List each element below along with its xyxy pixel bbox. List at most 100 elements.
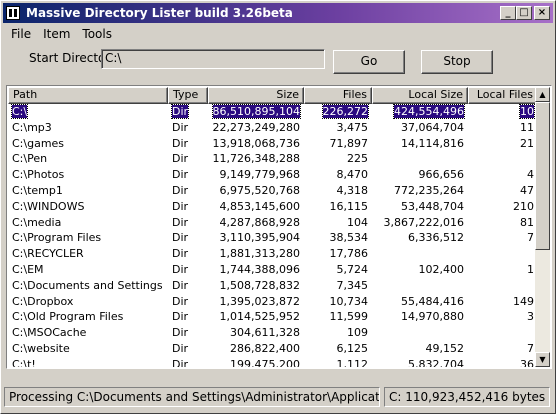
window-title: Massive Directory Lister build 3.26beta bbox=[26, 6, 293, 20]
cell-path-text: C:\Old Program Files bbox=[12, 310, 124, 324]
cell-path-text: C:\mp3 bbox=[12, 120, 52, 134]
close-button[interactable]: × bbox=[534, 6, 550, 20]
cell-local-size-text: 14,970,880 bbox=[401, 310, 464, 324]
cell-files: 226,272 bbox=[304, 104, 372, 120]
table-row[interactable]: C:\media Dir 4,287,868,928 104 3,867,222,016… bbox=[8, 215, 538, 231]
cell-files-text: 11,599 bbox=[329, 310, 369, 324]
column-header-type[interactable]: Type bbox=[168, 87, 208, 104]
start-directory-input[interactable]: C:\ bbox=[101, 49, 325, 69]
cell-size: 1,508,728,832 bbox=[208, 278, 304, 294]
vertical-scrollbar[interactable]: ▲ ▼ bbox=[535, 87, 550, 367]
directory-list[interactable]: Path Type Size Files Local Size Local Fi… bbox=[6, 85, 552, 369]
cell-local-files: 210 bbox=[468, 199, 538, 215]
cell-local-size-text: 102,400 bbox=[418, 262, 465, 276]
table-row[interactable]: C:\games Dir 13,918,068,736 71,897 14,114,81… bbox=[8, 136, 538, 152]
cell-path-text: C:\games bbox=[12, 136, 65, 150]
table-row[interactable]: C:\website Dir 286,822,400 6,125 49,152 7 bbox=[8, 341, 538, 357]
cell-type: Dir bbox=[168, 183, 208, 199]
title-bar[interactable]: Massive Directory Lister build 3.26beta … bbox=[3, 3, 553, 23]
cell-size-text: 1,881,313,280 bbox=[219, 247, 300, 261]
cell-size-text: 11,726,348,288 bbox=[212, 152, 300, 166]
cell-path: C:\MSOCache bbox=[8, 325, 168, 341]
minimize-button[interactable]: _ bbox=[500, 6, 516, 20]
menu-item[interactable]: Item bbox=[37, 25, 76, 43]
cell-type-text: Dir bbox=[172, 120, 189, 134]
cell-path: C:\Documents and Settings bbox=[8, 278, 168, 294]
cell-type: Dir bbox=[168, 104, 208, 120]
cell-type-text: Dir bbox=[172, 168, 189, 182]
cell-path-text: C:\MSOCache bbox=[12, 326, 87, 340]
table-row[interactable]: C:\t! Dir 199,475,200 1,112 5,832,704 36 bbox=[8, 357, 538, 367]
cell-size: 13,918,068,736 bbox=[208, 136, 304, 152]
column-header-path[interactable]: Path bbox=[8, 87, 168, 104]
cell-type: Dir bbox=[168, 120, 208, 136]
cell-path-text: C:\WINDOWS bbox=[12, 199, 85, 213]
cell-local-size-text: 5,832,704 bbox=[408, 357, 464, 367]
cell-local-files-text: 210 bbox=[513, 199, 534, 213]
cell-size-text: 13,918,068,736 bbox=[212, 136, 300, 150]
table-row[interactable]: C:\WINDOWS Dir 4,853,145,600 16,115 53,448,7… bbox=[8, 199, 538, 215]
table-row[interactable]: C:\RECYCLER Dir 1,881,313,280 17,786 bbox=[8, 246, 538, 262]
cell-local-files-text: 7 bbox=[527, 341, 534, 355]
cell-type-text: Dir bbox=[172, 262, 189, 276]
cell-local-size-text: 49,152 bbox=[425, 341, 465, 355]
table-row[interactable]: C:\mp3 Dir 22,273,249,280 3,475 37,064,704 11 bbox=[8, 120, 538, 136]
cell-local-files-text: 36 bbox=[520, 357, 534, 367]
cell-files-text: 3,475 bbox=[336, 120, 369, 134]
column-header-local-size[interactable]: Local Size bbox=[372, 87, 468, 104]
table-row[interactable]: C:\ Dir 86,510,895,104 226,272 424,554,496 10 bbox=[8, 104, 538, 120]
table-row[interactable]: C:\Photos Dir 9,149,779,968 8,470 966,656 4 bbox=[8, 167, 538, 183]
cell-files-text: 109 bbox=[347, 326, 368, 340]
cell-size: 4,853,145,600 bbox=[208, 199, 304, 215]
cell-local-files-text: 10 bbox=[519, 104, 535, 119]
cell-local-size: 3,867,222,016 bbox=[372, 215, 468, 231]
cell-files: 71,897 bbox=[304, 136, 372, 152]
cell-type: Dir bbox=[168, 262, 208, 278]
app-icon[interactable] bbox=[6, 6, 20, 20]
column-header-size[interactable]: Size bbox=[208, 87, 304, 104]
cell-type-text: Dir bbox=[170, 104, 190, 119]
column-header-local-files[interactable]: Local Files bbox=[468, 87, 538, 104]
maximize-button[interactable]: □ bbox=[516, 6, 532, 20]
cell-path-text: C:\ bbox=[10, 104, 29, 119]
stop-button[interactable]: Stop bbox=[421, 50, 493, 74]
cell-size: 22,273,249,280 bbox=[208, 120, 304, 136]
table-row[interactable]: C:\Pen Dir 11,726,348,288 225 bbox=[8, 151, 538, 167]
table-row[interactable]: C:\Dropbox Dir 1,395,023,872 10,734 55,484,4… bbox=[8, 294, 538, 310]
cell-size-text: 9,149,779,968 bbox=[219, 168, 300, 182]
menu-bar: File Item Tools bbox=[5, 25, 118, 43]
cell-size: 286,822,400 bbox=[208, 341, 304, 357]
table-row[interactable]: C:\temp1 Dir 6,975,520,768 4,318 772,235,264… bbox=[8, 183, 538, 199]
cell-local-files: 3 bbox=[468, 309, 538, 325]
cell-local-files bbox=[468, 278, 538, 294]
cell-type: Dir bbox=[168, 341, 208, 357]
table-row[interactable]: C:\Old Program Files Dir 1,014,525,952 11,5… bbox=[8, 309, 538, 325]
table-row[interactable]: C:\Program Files Dir 3,110,395,904 38,534 6,… bbox=[8, 230, 538, 246]
cell-local-size: 966,656 bbox=[372, 167, 468, 183]
go-button[interactable]: Go bbox=[333, 50, 405, 74]
scroll-thumb[interactable] bbox=[535, 102, 550, 250]
cell-type: Dir bbox=[168, 136, 208, 152]
scroll-up-button[interactable]: ▲ bbox=[535, 87, 550, 102]
menu-tools[interactable]: Tools bbox=[76, 25, 118, 43]
scroll-down-button[interactable]: ▼ bbox=[535, 352, 550, 367]
table-row[interactable]: C:\EM Dir 1,744,388,096 5,724 102,400 1 bbox=[8, 262, 538, 278]
cell-size-text: 4,853,145,600 bbox=[219, 199, 300, 213]
cell-files: 8,470 bbox=[304, 167, 372, 183]
cell-type: Dir bbox=[168, 215, 208, 231]
cell-files: 3,475 bbox=[304, 120, 372, 136]
cell-size-text: 6,975,520,768 bbox=[219, 183, 300, 197]
cell-local-files: 81 bbox=[468, 215, 538, 231]
table-row[interactable]: C:\MSOCache Dir 304,611,328 109 bbox=[8, 325, 538, 341]
menu-file[interactable]: File bbox=[5, 25, 37, 43]
cell-local-size bbox=[372, 246, 468, 262]
column-header-files[interactable]: Files bbox=[304, 87, 372, 104]
list-header: Path Type Size Files Local Size Local Fi… bbox=[8, 87, 538, 104]
cell-local-size-text: 37,064,704 bbox=[401, 120, 464, 134]
table-row[interactable]: C:\Documents and Settings Dir 1,508,728,83… bbox=[8, 278, 538, 294]
cell-files-text: 5,724 bbox=[336, 262, 369, 276]
cell-local-size-text: 6,336,512 bbox=[408, 231, 464, 245]
cell-files: 4,318 bbox=[304, 183, 372, 199]
cell-local-files-text: 11 bbox=[520, 120, 534, 134]
cell-files-text: 38,534 bbox=[329, 231, 369, 245]
